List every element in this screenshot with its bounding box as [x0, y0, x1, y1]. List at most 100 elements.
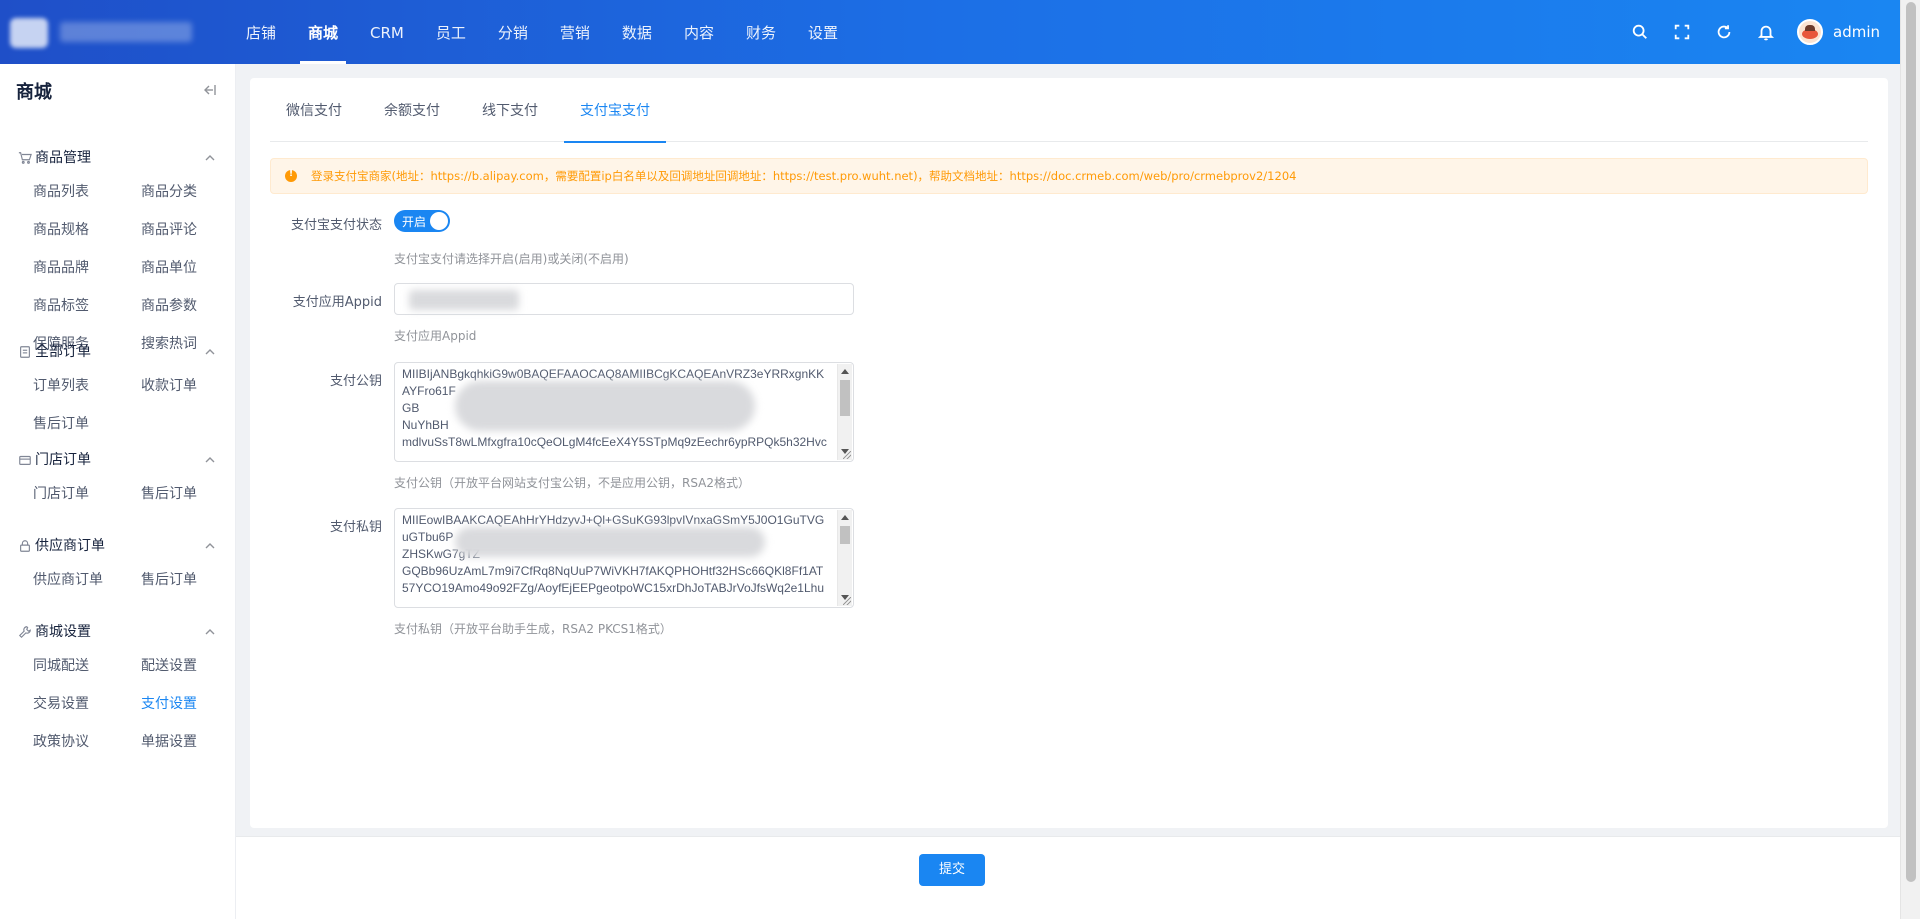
- sidebar-group-label: 供应商订单: [35, 538, 105, 554]
- info-alert: 登录支付宝商家(地址：https://b.alipay.com，需要配置ip白名…: [270, 158, 1868, 194]
- appid-hint: 支付应用Appid: [394, 329, 477, 343]
- alipay-status-switch[interactable]: 开启: [394, 210, 450, 232]
- header-actions: admin: [1619, 0, 1880, 64]
- avatar[interactable]: [1797, 19, 1823, 45]
- sidebar-group: 商品管理 商品列表 商品分类 商品规格 商品评论 商品品牌 商品单位 商品标签 商品参数 保障服务…: [0, 143, 236, 363]
- fullscreen-icon[interactable]: [1661, 0, 1703, 64]
- sidebar-group-header[interactable]: 门店订单: [0, 445, 236, 475]
- store-icon: [19, 455, 31, 465]
- sidebar-item[interactable]: 订单列表: [33, 367, 141, 405]
- tab-item[interactable]: 线下支付: [466, 78, 554, 142]
- search-icon[interactable]: [1619, 0, 1661, 64]
- sidebar-item[interactable]: 交易设置: [33, 685, 141, 723]
- tab-item[interactable]: 支付宝支付: [564, 78, 666, 143]
- appid-label: 支付应用Appid: [292, 295, 382, 310]
- topnav-item[interactable]: 数据: [606, 0, 668, 64]
- username[interactable]: admin: [1833, 23, 1880, 41]
- sidebar-item[interactable]: 商品参数: [141, 287, 249, 325]
- sidebar-item[interactable]: 商品标签: [33, 287, 141, 325]
- sidebar-item[interactable]: 配送设置: [141, 647, 249, 685]
- private-key-hint: 支付私钥（开放平台助手生成，RSA2 PKCS1格式）: [394, 622, 672, 636]
- sidebar-item[interactable]: 门店订单: [33, 475, 141, 513]
- page-scrollbar[interactable]: [1900, 0, 1920, 919]
- topnav-item[interactable]: CRM: [354, 0, 420, 64]
- sidebar-item[interactable]: 收款订单: [141, 367, 249, 405]
- public-key-textarea[interactable]: MIIBIjANBgkqhkiG9w0BAQEFAAOCAQ8AMIIBCgKC…: [394, 362, 854, 462]
- topnav-item[interactable]: 内容: [668, 0, 730, 64]
- textarea-line: GQBb96UzAmL7m9i7CfRq8NqUuP7WiVKH7fAKQPHO…: [402, 564, 824, 578]
- chevron-up-icon[interactable]: [204, 541, 216, 551]
- alert-text: 登录支付宝商家(地址：https://b.alipay.com，需要配置ip白名…: [311, 169, 1297, 183]
- sidebar-item[interactable]: 政策协议: [33, 723, 141, 761]
- sidebar-item[interactable]: 商品列表: [33, 173, 141, 211]
- collapse-sidebar-icon[interactable]: [201, 82, 217, 98]
- top-header: 店铺 商城 CRM 员工 分销 营销 数据 内容 财务 设置 admin: [0, 0, 1900, 64]
- sidebar-item[interactable]: 售后订单: [141, 561, 249, 599]
- redacted-key-part: [455, 381, 755, 431]
- main-content: 微信支付余额支付线下支付支付宝支付 登录支付宝商家(地址：https://b.a…: [250, 78, 1888, 828]
- top-nav: 店铺 商城 CRM 员工 分销 营销 数据 内容 财务 设置: [230, 0, 854, 64]
- topnav-item[interactable]: 员工: [420, 0, 482, 64]
- redacted-value: [409, 290, 519, 310]
- topnav-item[interactable]: 设置: [792, 0, 854, 64]
- chevron-up-icon[interactable]: [204, 627, 216, 637]
- status-label: 支付宝支付状态: [290, 218, 382, 233]
- chevron-up-icon[interactable]: [204, 455, 216, 465]
- sidebar-title: 商城: [16, 82, 52, 103]
- scroll-thumb[interactable]: [840, 380, 850, 416]
- scroll-thumb[interactable]: [840, 526, 850, 544]
- chevron-up-icon[interactable]: [204, 153, 216, 163]
- submit-button[interactable]: 提交: [919, 854, 985, 886]
- page-scrollbar-thumb[interactable]: [1906, 2, 1916, 882]
- textarea-scrollbar[interactable]: [837, 364, 852, 460]
- sidebar-group: 全部订单 订单列表 收款订单 售后订单: [0, 337, 236, 443]
- sidebar-item[interactable]: 供应商订单: [33, 561, 141, 599]
- scroll-up-icon[interactable]: [841, 515, 849, 520]
- sidebar-item[interactable]: 支付设置: [141, 685, 249, 723]
- sidebar: 商城 商品管理 商品列表 商品分类 商品规格 商品评论 商品品牌 商品单位 商品标签 商品参数保…: [0, 64, 236, 919]
- sidebar-item[interactable]: 商品单位: [141, 249, 249, 287]
- sidebar-group-label: 门店订单: [35, 452, 91, 468]
- topnav-item[interactable]: 分销: [482, 0, 544, 64]
- topnav-item[interactable]: 店铺: [230, 0, 292, 64]
- bell-icon[interactable]: [1745, 0, 1787, 64]
- sidebar-item[interactable]: 商品分类: [141, 173, 249, 211]
- sidebar-group-header[interactable]: 商品管理: [0, 143, 236, 173]
- private-key-textarea[interactable]: MIIEowIBAAKCAQEAhHrYHdzyvJ+Ql+GSuKG93lpv…: [394, 508, 854, 608]
- topnav-item[interactable]: 商城: [292, 0, 354, 64]
- sidebar-item[interactable]: 同城配送: [33, 647, 141, 685]
- appid-input[interactable]: [394, 283, 854, 315]
- sidebar-item[interactable]: 售后订单: [33, 405, 141, 443]
- footer-bar: 提交: [236, 836, 1900, 919]
- wrench-icon: [18, 626, 31, 639]
- topnav-item[interactable]: 营销: [544, 0, 606, 64]
- document-icon: [20, 346, 30, 358]
- status-hint: 支付宝支付请选择开启(启用)或关闭(不启用): [394, 252, 629, 266]
- sidebar-group: 门店订单 门店订单 售后订单: [0, 445, 236, 513]
- sidebar-group-header[interactable]: 全部订单: [0, 337, 236, 367]
- sidebar-item[interactable]: 售后订单: [141, 475, 249, 513]
- sidebar-group-label: 全部订单: [35, 344, 91, 360]
- sidebar-group-label: 商城设置: [35, 624, 91, 640]
- sidebar-item[interactable]: 商品评论: [141, 211, 249, 249]
- warning-icon: [285, 169, 297, 182]
- sidebar-group-label: 商品管理: [35, 150, 91, 166]
- tab-item[interactable]: 余额支付: [368, 78, 456, 142]
- public-key-label: 支付公钥: [329, 374, 382, 389]
- sidebar-item[interactable]: 商品品牌: [33, 249, 141, 287]
- sidebar-item[interactable]: 单据设置: [141, 723, 249, 761]
- sidebar-group-header[interactable]: 商城设置: [0, 617, 236, 647]
- public-key-hint: 支付公钥（开放平台网站支付宝公钥，不是应用公钥，RSA2格式）: [394, 476, 751, 490]
- scroll-up-icon[interactable]: [841, 369, 849, 374]
- chevron-up-icon[interactable]: [204, 347, 216, 357]
- refresh-icon[interactable]: [1703, 0, 1745, 64]
- sidebar-group-header[interactable]: 供应商订单: [0, 531, 236, 561]
- logo[interactable]: [0, 12, 200, 52]
- resize-grip-icon[interactable]: [843, 597, 851, 605]
- topnav-item[interactable]: 财务: [730, 0, 792, 64]
- tab-item[interactable]: 微信支付: [270, 78, 358, 142]
- textarea-scrollbar[interactable]: [837, 510, 852, 606]
- lock-icon: [20, 540, 30, 552]
- sidebar-item[interactable]: 商品规格: [33, 211, 141, 249]
- resize-grip-icon[interactable]: [843, 451, 851, 459]
